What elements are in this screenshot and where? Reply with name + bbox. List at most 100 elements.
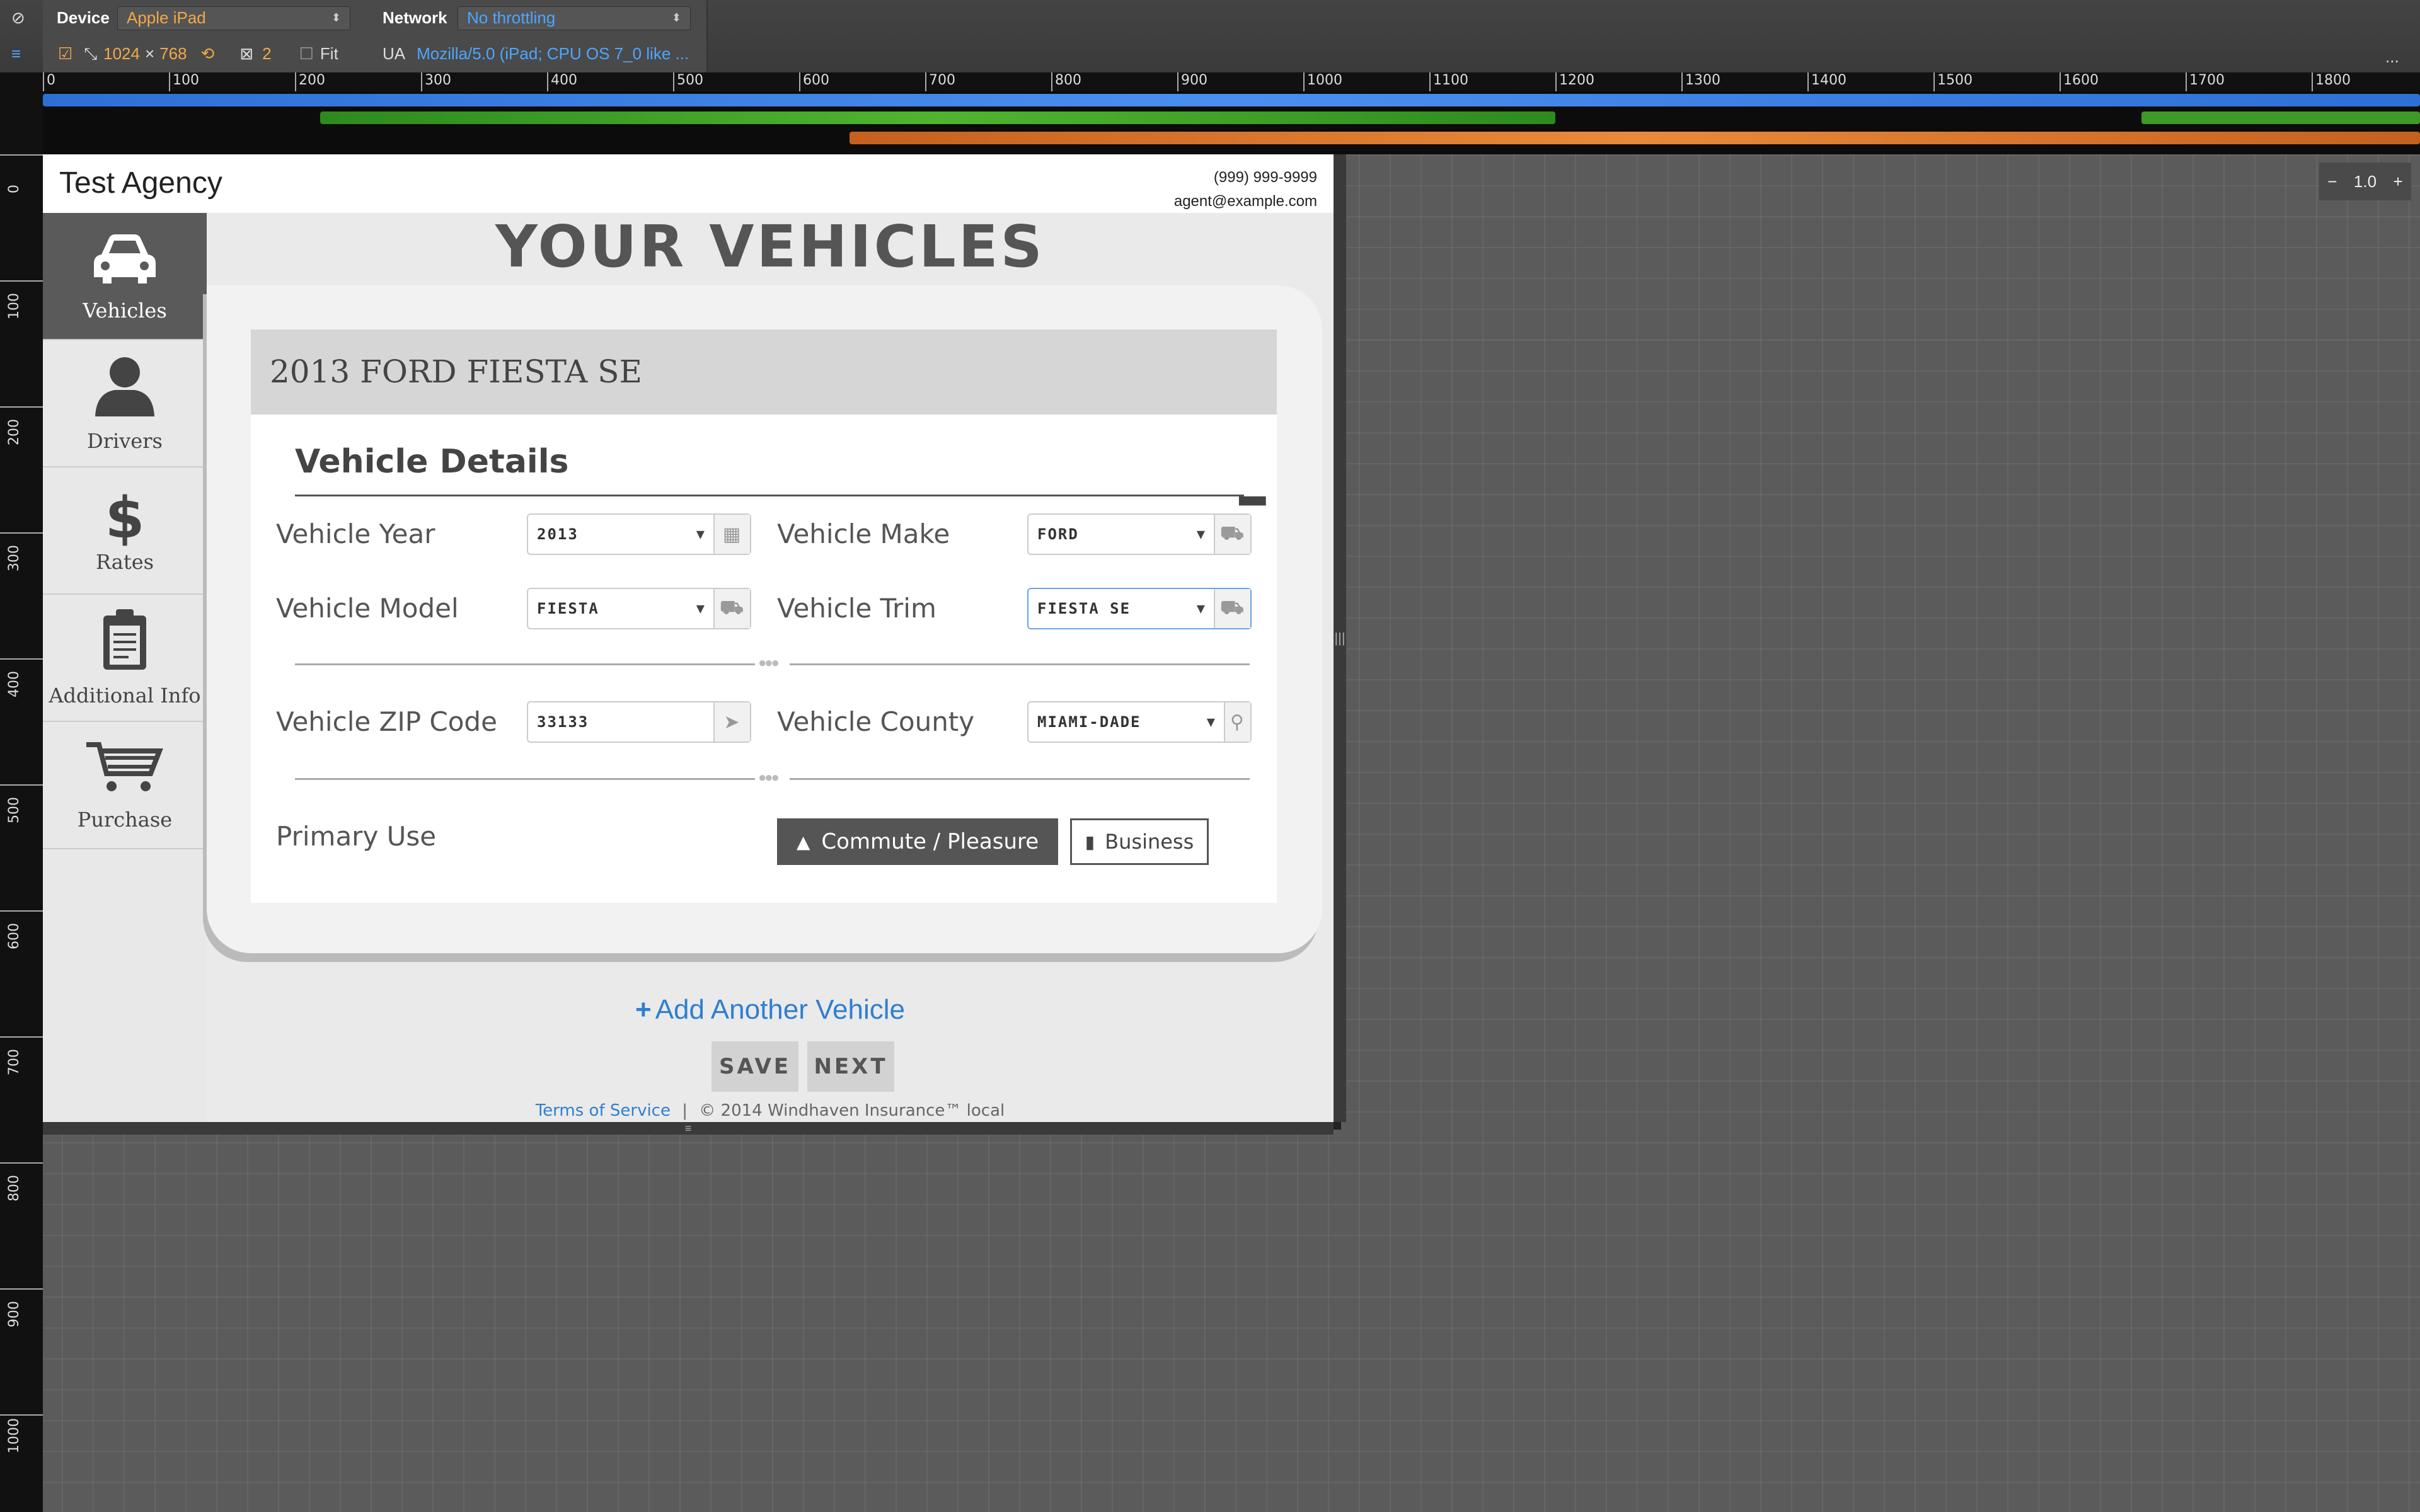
sidebar-item-rates[interactable]: $ Rates (43, 467, 207, 595)
device-select[interactable]: Apple iPad ⬍ (117, 6, 350, 30)
ruler-tick: 900 (0, 1288, 43, 1327)
ruler-tick: 1400 (1807, 72, 1847, 91)
device-label: Device (57, 8, 110, 27)
terms-of-service-link[interactable]: Terms of Service (536, 1101, 671, 1120)
left-ruler: 0 100 200 300 400 500 600 700 800 900 10… (0, 154, 43, 1512)
vehicle-model-select[interactable]: FIESTA ▼ ⛟ (527, 588, 751, 629)
ruler-tick: 1600 (2060, 72, 2099, 91)
resize-handle-right[interactable]: ||| (1334, 154, 1346, 1122)
zoom-in-button[interactable]: + (2394, 172, 2403, 192)
ua-label: UA (383, 44, 406, 63)
zoom-value: 1.0 (2353, 171, 2377, 191)
location-arrow-icon[interactable]: ➤ (713, 702, 750, 742)
ruler-tick: 1800 (2312, 72, 2351, 91)
ruler-tick: 0 (43, 72, 55, 91)
ruler-tick: 700 (925, 72, 955, 91)
sidebar-item-purchase[interactable]: Purchase (43, 722, 207, 849)
height-value[interactable]: 768 (159, 44, 187, 64)
zoom-out-button[interactable]: − (2327, 172, 2337, 192)
dock-icon[interactable]: ≡ (11, 36, 21, 72)
business-button[interactable]: ▮ Business (1070, 818, 1209, 865)
min-max-query-bar[interactable] (2141, 112, 2420, 124)
vehicle-heading: 2013 FORD FIESTA SE (251, 329, 1277, 415)
vehicle-county-value: MIAMI-DADE (1037, 713, 1141, 731)
agent-phone[interactable]: (999) 999-9999 (1174, 166, 1317, 190)
no-emulation-icon[interactable]: ⊘ (11, 0, 25, 36)
ua-value[interactable]: Mozilla/5.0 (iPad; CPU OS 7_0 like ... (417, 44, 689, 64)
ruler-tick: 800 (1051, 72, 1081, 91)
plus-icon: + (635, 994, 652, 1025)
swap-dimensions-icon[interactable]: ⟲ (201, 44, 215, 64)
top-ruler: 0 100 200 300 400 500 600 700 800 900 10… (43, 72, 2420, 91)
main-content: YOUR VEHICLES 2013 FORD FIESTA SE Vehicl… (207, 213, 1334, 1122)
divider-dots-icon: ●●● (758, 655, 780, 670)
vehicle-model-label: Vehicle Model (276, 593, 459, 624)
zoom-control: − 1.0 + (2319, 163, 2411, 200)
ruler-tick: 700 (0, 1036, 43, 1075)
footer-separator: | (682, 1101, 688, 1120)
vehicle-year-select[interactable]: 2013 ▼ ▦ (527, 513, 751, 555)
checkbox-icon[interactable]: ☑ (58, 44, 72, 64)
copyright-text: © 2014 Windhaven Insurance™ local (699, 1101, 1005, 1120)
vehicle-trim-select[interactable]: FIESTA SE ▼ ⛟ (1027, 588, 1252, 629)
caret-down-icon: ▼ (1206, 714, 1216, 730)
road-icon: ▲ (796, 831, 810, 852)
fit-checkbox-icon[interactable]: ☐ (299, 44, 314, 64)
car-icon (90, 229, 159, 299)
network-select-value: No throttling (467, 8, 556, 27)
select-arrows-icon: ⬍ (671, 11, 681, 24)
sidebar-item-vehicles[interactable]: Vehicles (43, 213, 207, 340)
car-icon: ⛟ (1214, 515, 1250, 554)
section-heading: Vehicle Details (295, 443, 569, 481)
select-arrows-icon: ⬍ (331, 11, 341, 24)
add-vehicle-link[interactable]: + Add Another Vehicle (207, 994, 1334, 1026)
resize-icon: ⤡ (84, 43, 98, 63)
dollar-icon: $ (105, 485, 145, 551)
vehicle-zip-input[interactable]: 33133 ➤ (527, 701, 751, 743)
ruler-tick: 900 (1177, 72, 1207, 91)
ruler-tick: 1300 (1681, 72, 1720, 91)
vehicle-year-value: 2013 (537, 525, 579, 543)
save-button[interactable]: SAVE (712, 1041, 798, 1092)
sidebar-item-additional-info[interactable]: Additional Info (43, 595, 207, 722)
commute-pleasure-label: Commute / Pleasure (821, 829, 1039, 854)
vehicle-county-select[interactable]: MIAMI-DADE ▼ ⚲ (1027, 701, 1252, 743)
caret-down-icon: ▼ (1196, 526, 1206, 542)
more-options[interactable]: ... (2385, 39, 2399, 75)
divider-dots-icon: ●●● (758, 769, 780, 785)
device-viewport: Test Agency (999) 999-9999 agent@example… (43, 154, 1334, 1122)
max-width-query-bar[interactable] (43, 94, 2420, 106)
add-vehicle-label: Add Another Vehicle (655, 994, 905, 1025)
resize-handle-bottom[interactable]: ≡ (43, 1122, 1334, 1135)
ruler-tick: 1700 (2186, 72, 2225, 91)
app-header: Test Agency (999) 999-9999 agent@example… (43, 154, 1334, 214)
sidebar-item-drivers[interactable]: Drivers (43, 340, 207, 467)
ruler-tick: 1000 (1303, 72, 1342, 91)
person-icon (90, 353, 159, 429)
ruler-tick: 300 (0, 532, 43, 571)
ruler-tick: 500 (673, 72, 703, 91)
ruler-tick: 1200 (1555, 72, 1594, 91)
section-dots-icon: ■■■ (1238, 490, 1267, 511)
commute-pleasure-button[interactable]: ▲ Commute / Pleasure (777, 818, 1058, 865)
next-button[interactable]: NEXT (807, 1041, 894, 1092)
clipboard-icon (100, 608, 150, 684)
caret-down-icon: ▼ (696, 526, 706, 542)
ruler-tick: 0 (0, 154, 43, 193)
vehicle-make-select[interactable]: FORD ▼ ⛟ (1027, 513, 1252, 555)
ruler-tick: 800 (0, 1162, 43, 1201)
network-select[interactable]: No throttling ⬍ (458, 6, 691, 30)
car-icon: ⛟ (713, 589, 750, 628)
min-width-query-bar[interactable] (850, 132, 2420, 144)
footer: Terms of Service | © 2014 Windhaven Insu… (207, 1101, 1334, 1120)
dpr-value[interactable]: 2 (262, 44, 271, 64)
agent-email[interactable]: agent@example.com (1174, 190, 1317, 214)
vehicle-card-body: 2013 FORD FIESTA SE Vehicle Details ■■■ … (251, 329, 1277, 903)
devtools-toolbar: ⊘ ≡ Device Apple iPad ⬍ Network No throt… (0, 0, 2420, 72)
vehicle-county-label: Vehicle County (777, 706, 975, 737)
vehicle-zip-value: 33133 (537, 713, 589, 731)
min-max-query-bar[interactable] (320, 112, 1555, 124)
width-value[interactable]: 1024 (103, 44, 140, 64)
ruler-tick: 500 (0, 784, 43, 823)
page-title: YOUR VEHICLES (495, 213, 1045, 280)
